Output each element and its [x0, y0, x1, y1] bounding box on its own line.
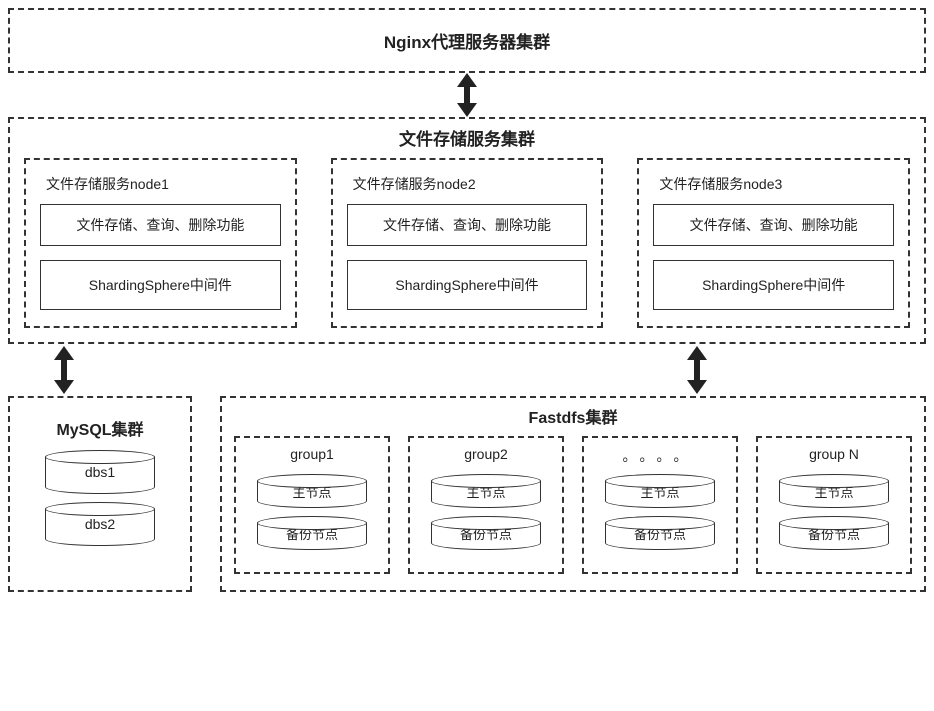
file-node-function: 文件存储、查询、删除功能 [347, 204, 588, 246]
arrow-filecluster-mysql [8, 344, 120, 396]
mysql-cluster-box: MySQL集群 dbs1 dbs2 [8, 396, 192, 592]
fastdfs-group: group1 主节点备份节点 [234, 436, 390, 574]
fastdfs-group-title: group2 [418, 446, 554, 466]
fastdfs-group-title: group1 [244, 446, 380, 466]
nginx-cluster-box: Nginx代理服务器集群 [8, 8, 926, 73]
cylinder-label: dbs2 [85, 513, 115, 535]
file-node-middleware: ShardingSphere中间件 [347, 260, 588, 310]
arrow-nginx-filecluster [8, 73, 926, 117]
fastdfs-group-title: group N [766, 446, 902, 466]
mysql-cluster-title: MySQL集群 [20, 416, 180, 440]
cylinder-label: dbs1 [85, 461, 115, 483]
file-node-function: 文件存储、查询、删除功能 [653, 204, 894, 246]
file-service-node: 文件存储服务node1文件存储、查询、删除功能 ShardingSphere中间件 [24, 158, 297, 328]
nginx-cluster-title: Nginx代理服务器集群 [10, 28, 924, 53]
fastdfs-cluster-box: Fastdfs集群 group1主节点备份节点group2主节点备份节点。。。。… [220, 396, 926, 592]
fastdfs-master-cylinder: 主节点 [257, 474, 367, 508]
file-node-title: 文件存储服务node1 [40, 172, 281, 204]
mysql-db-cylinder: dbs2 [45, 502, 155, 546]
file-node-title: 文件存储服务node2 [347, 172, 588, 204]
fastdfs-backup-cylinder: 备份节点 [779, 516, 889, 550]
mysql-db-cylinder: dbs1 [45, 450, 155, 494]
file-cluster-title: 文件存储服务集群 [24, 125, 910, 150]
file-cluster-box: 文件存储服务集群 文件存储服务node1文件存储、查询、删除功能Sharding… [8, 117, 926, 344]
fastdfs-master-cylinder: 主节点 [431, 474, 541, 508]
fastdfs-cluster-title: Fastdfs集群 [234, 404, 912, 428]
file-node-function: 文件存储、查询、删除功能 [40, 204, 281, 246]
fastdfs-group: group2 主节点备份节点 [408, 436, 564, 574]
fastdfs-group-ellipsis: 。。。。 [592, 446, 728, 466]
file-service-node: 文件存储服务node2文件存储、查询、删除功能 ShardingSphere中间件 [331, 158, 604, 328]
fastdfs-master-cylinder: 主节点 [779, 474, 889, 508]
file-node-title: 文件存储服务node3 [653, 172, 894, 204]
fastdfs-group: group N 主节点备份节点 [756, 436, 912, 574]
fastdfs-master-cylinder: 主节点 [605, 474, 715, 508]
fastdfs-backup-cylinder: 备份节点 [257, 516, 367, 550]
file-node-middleware: ShardingSphere中间件 [40, 260, 281, 310]
file-node-middleware: ShardingSphere中间件 [653, 260, 894, 310]
file-service-node: 文件存储服务node3文件存储、查询、删除功能 ShardingSphere中间件 [637, 158, 910, 328]
fastdfs-backup-cylinder: 备份节点 [431, 516, 541, 550]
fastdfs-group: 。。。。主节点备份节点 [582, 436, 738, 574]
arrow-filecluster-fastdfs [467, 344, 926, 396]
fastdfs-backup-cylinder: 备份节点 [605, 516, 715, 550]
